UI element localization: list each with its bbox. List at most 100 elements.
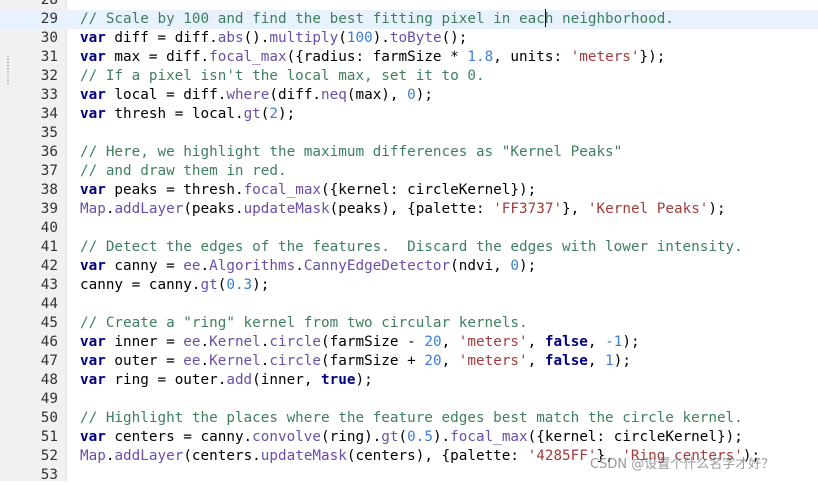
line-number: 31 <box>40 49 58 65</box>
code-text[interactable]: Map.addLayer(peaks.updateMask(peaks), {p… <box>80 200 726 219</box>
code-token-method: ee <box>183 353 201 369</box>
code-token-plain: (inner, <box>252 372 322 388</box>
code-token-plain: ( <box>398 429 408 445</box>
code-line[interactable]: 29 // Scale by 100 and find the best fitt… <box>0 10 818 29</box>
code-token-plain: . <box>200 353 210 369</box>
code-text[interactable]: var canny = ee.Algorithms.CannyEdgeDetec… <box>80 257 536 276</box>
code-text[interactable]: var peaks = thresh.focal_max({kernel: ci… <box>80 181 536 200</box>
code-token-string: 'Kernel Peaks' <box>587 201 709 217</box>
code-token-plain: , <box>441 353 459 369</box>
line-number: 35 <box>40 125 58 141</box>
code-text[interactable]: // Scale by 100 and find the best fittin… <box>80 10 674 29</box>
code-token-number: -1 <box>605 334 623 350</box>
code-token-plain: (). <box>243 30 270 46</box>
code-text[interactable]: var local = diff.where(diff.neq(max), 0)… <box>80 86 433 105</box>
code-token-plain: , <box>587 353 606 369</box>
code-line[interactable]: 37 // and draw them in red. <box>0 162 818 181</box>
code-token-plain: }); <box>639 49 666 65</box>
code-token-number: 1 <box>605 353 614 369</box>
code-token-plain: (ndvi, <box>450 258 511 274</box>
code-line[interactable]: 43 canny = canny.gt(0.3); <box>0 276 818 295</box>
code-token-plain: (diff. <box>269 87 322 103</box>
line-number: 28 <box>40 0 58 8</box>
code-line[interactable]: 44 <box>0 295 818 314</box>
code-text[interactable]: // Detect the edges of the features. Dis… <box>80 238 743 257</box>
code-token-comment: // Create a "ring" kernel from two circu… <box>80 315 528 331</box>
watermark: CSDN @设置个什么名字才好？ <box>590 457 775 472</box>
code-token-plain: local = diff. <box>105 87 227 103</box>
code-token-keyword: var <box>80 49 106 65</box>
code-token-plain: ring = outer. <box>105 372 227 388</box>
code-line[interactable]: 49 <box>0 390 818 409</box>
line-number: 49 <box>40 391 58 407</box>
code-line[interactable]: 47 var outer = ee.Kernel.circle(farmSize … <box>0 352 818 371</box>
code-text[interactable]: // Highlight the places where the featur… <box>80 409 743 428</box>
code-token-method: focal_max <box>209 49 287 65</box>
code-token-plain: ( <box>338 30 347 46</box>
code-token-method: gt <box>381 429 399 445</box>
code-line[interactable]: 33 var local = diff.where(diff.neq(max), … <box>0 86 818 105</box>
code-line[interactable]: 30 var diff = diff.abs().multiply(100).to… <box>0 29 818 48</box>
code-text[interactable]: // If a pixel isn't the local max, set i… <box>80 67 485 86</box>
line-number: 43 <box>40 277 58 293</box>
code-token-plain: (max), <box>346 87 408 103</box>
code-text[interactable]: var ring = outer.add(inner, true); <box>80 371 373 390</box>
code-token-plain: ({radius: farmSize * <box>286 49 468 65</box>
code-text[interactable]: // Here, we highlight the maximum differ… <box>80 143 622 162</box>
code-token-plain: ); <box>613 353 631 369</box>
code-token-method: where <box>226 87 270 103</box>
code-token-comment: // Here, we highlight the maximum differ… <box>80 144 623 160</box>
code-line[interactable]: 31 var max = diff.focal_max({radius: farm… <box>0 48 818 67</box>
code-text[interactable]: var max = diff.focal_max({radius: farmSi… <box>80 48 665 67</box>
code-line[interactable]: 35 <box>0 124 818 143</box>
code-text[interactable]: // and draw them in red. <box>80 162 287 181</box>
line-number: 36 <box>40 144 58 160</box>
code-token-method: Map <box>80 448 106 464</box>
code-editor[interactable]: 28 29 // Scale by 100 and find the best fi… <box>0 0 818 485</box>
code-token-number: 20 <box>424 334 442 350</box>
code-token-plain: diff = diff. <box>105 30 218 46</box>
code-token-plain: . <box>295 258 304 274</box>
code-token-method: neq <box>321 87 347 103</box>
line-number: 53 <box>40 467 58 483</box>
code-token-method: Kernel <box>209 334 261 350</box>
code-text[interactable]: var diff = diff.abs().multiply(100).toBy… <box>80 29 467 48</box>
code-line[interactable]: 48 var ring = outer.add(inner, true); <box>0 371 818 390</box>
code-text[interactable]: // Create a "ring" kernel from two circu… <box>80 314 528 333</box>
code-token-plain: (ring). <box>321 429 382 445</box>
code-token-plain: , <box>527 334 545 350</box>
code-text[interactable]: var outer = ee.Kernel.circle(farmSize + … <box>80 352 631 371</box>
code-token-method: Algorithms <box>209 258 296 274</box>
line-number: 44 <box>40 296 58 312</box>
code-token-plain: (peaks. <box>183 201 244 217</box>
code-text[interactable]: var thresh = local.gt(2); <box>80 105 295 124</box>
code-line[interactable]: 42 var canny = ee.Algorithms.CannyEdgeDet… <box>0 257 818 276</box>
code-token-method: abs <box>217 30 244 46</box>
code-token-keyword: var <box>80 258 106 274</box>
code-token-method: CannyEdgeDetector <box>303 258 451 274</box>
code-line[interactable]: 50 // Highlight the places where the feat… <box>0 409 818 428</box>
code-token-keyword: var <box>80 106 106 122</box>
code-line[interactable]: 40 <box>0 219 818 238</box>
code-token-keyword: var <box>80 30 106 46</box>
code-text[interactable]: canny = canny.gt(0.3); <box>80 276 269 295</box>
code-text[interactable]: var inner = ee.Kernel.circle(farmSize - … <box>80 333 640 352</box>
code-line[interactable]: 41 // Detect the edges of the features. D… <box>0 238 818 257</box>
code-token-plain: centers = canny. <box>105 429 253 445</box>
code-line[interactable]: 32 // If a pixel isn't the local max, set… <box>0 67 818 86</box>
line-number: 47 <box>40 353 58 369</box>
code-line[interactable]: 36 // Here, we highlight the maximum diff… <box>0 143 818 162</box>
code-line[interactable]: 46 var inner = ee.Kernel.circle(farmSize … <box>0 333 818 352</box>
code-line[interactable]: 45 // Create a "ring" kernel from two cir… <box>0 314 818 333</box>
code-text[interactable]: var centers = canny.convolve(ring).gt(0.… <box>80 428 743 447</box>
code-line[interactable]: 39 Map.addLayer(peaks.updateMask(peaks), … <box>0 200 818 219</box>
code-line[interactable]: 51 var centers = canny.convolve(ring).gt(… <box>0 428 818 447</box>
code-token-plain: ({kernel: circleKernel}); <box>527 429 743 445</box>
code-token-plain: , <box>587 334 606 350</box>
code-line[interactable]: 34 var thresh = local.gt(2); <box>0 105 818 124</box>
code-token-string: 'meters' <box>458 334 528 350</box>
code-line[interactable]: 38 var peaks = thresh.focal_max({kernel: … <box>0 181 818 200</box>
code-token-plain: . <box>200 258 210 274</box>
code-token-plain: ); <box>355 372 373 388</box>
code-line[interactable]: 28 <box>0 0 818 10</box>
